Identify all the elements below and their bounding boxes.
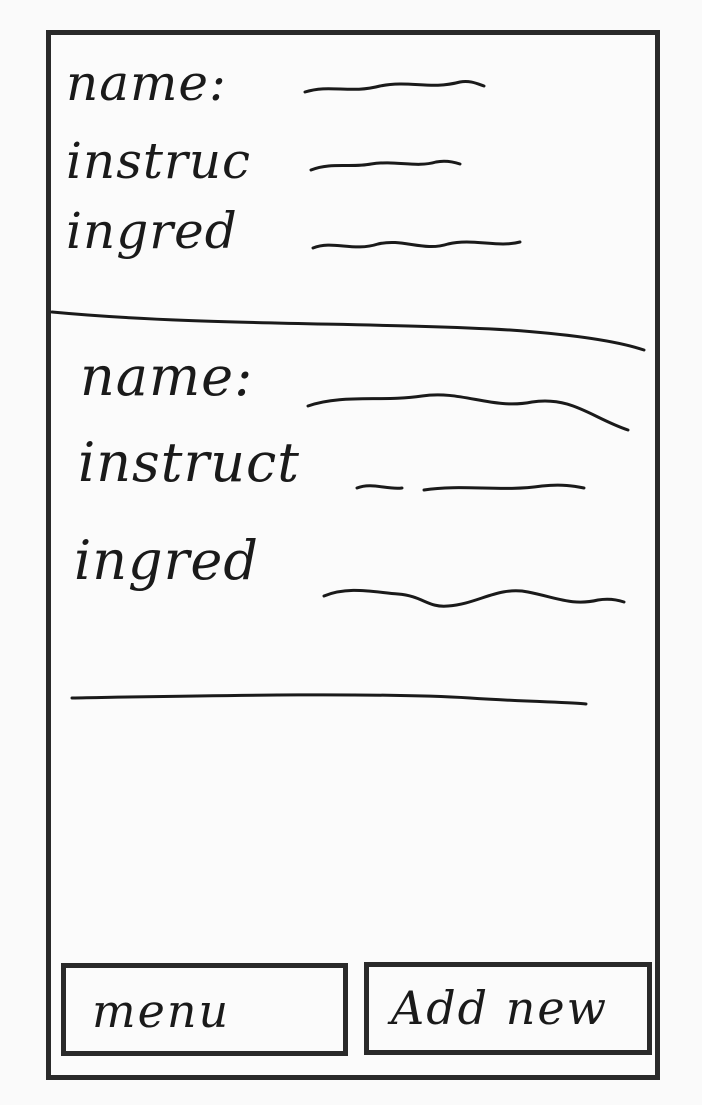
- recipe-name-value: [306, 393, 630, 432]
- recipe-name-label: name:: [80, 345, 254, 408]
- recipe-ingredients-label: ingred: [74, 529, 259, 592]
- recipe-instructions-value: [355, 483, 586, 492]
- recipe-name-label: name:: [66, 54, 227, 112]
- recipe-instructions-label: instruc: [66, 132, 252, 190]
- recipe-instructions-label: instruct: [78, 431, 300, 494]
- recipe-name-value: [303, 80, 486, 94]
- menu-button[interactable]: menu: [61, 963, 348, 1056]
- recipe-instructions-value: [309, 159, 462, 172]
- recipe-ingredients-value: [311, 240, 522, 250]
- add-new-button-label: Add new: [391, 981, 608, 1035]
- recipe-ingredients-value: [322, 588, 626, 608]
- recipe-ingredients-label: ingred: [66, 202, 238, 260]
- menu-button-label: menu: [92, 984, 231, 1038]
- list-end-divider: [70, 693, 588, 706]
- add-new-button[interactable]: Add new: [364, 962, 652, 1055]
